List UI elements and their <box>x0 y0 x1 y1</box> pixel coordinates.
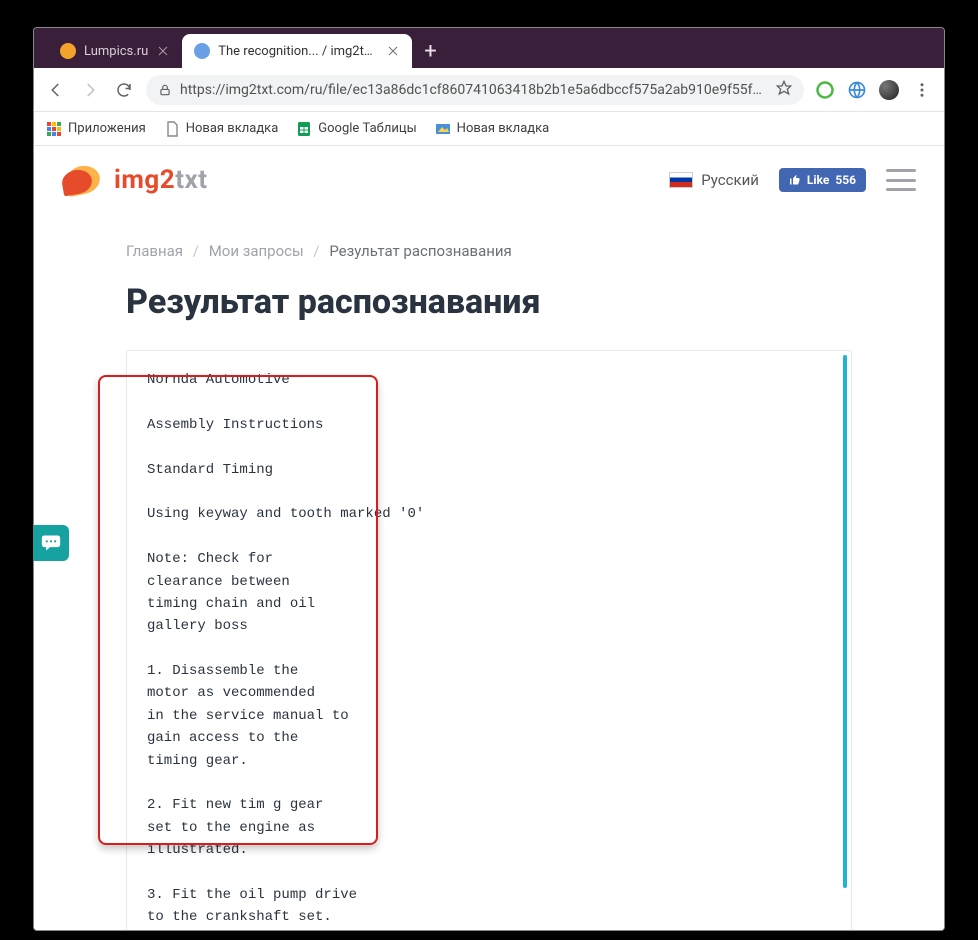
browser-window: Lumpics.ru The recognition... / img2txt.… <box>33 27 945 931</box>
chat-widget-button[interactable] <box>33 525 69 561</box>
page-body: Главная / Мои запросы / Результат распоз… <box>34 242 944 930</box>
result-container: Nornda Automotive Assembly Instructions … <box>126 350 852 930</box>
new-tab-button[interactable]: + <box>412 34 448 68</box>
logo-mark-icon <box>62 162 108 198</box>
image-icon <box>435 121 451 137</box>
like-count: 556 <box>835 173 856 187</box>
breadcrumb: Главная / Мои запросы / Результат распоз… <box>126 242 852 260</box>
like-label: Like <box>807 173 829 187</box>
breadcrumb-current: Результат распознавания <box>329 242 511 260</box>
page-title: Результат распознавания <box>126 282 852 322</box>
breadcrumb-home[interactable]: Главная <box>126 242 183 260</box>
bookmarks-bar: Приложения Новая вкладка Google Таблицы … <box>34 112 944 146</box>
tab-lumpics[interactable]: Lumpics.ru <box>48 34 182 68</box>
close-tab-icon[interactable] <box>386 44 400 58</box>
bookmark-label: Новая вкладка <box>186 121 279 136</box>
chat-icon <box>41 534 61 552</box>
address-bar[interactable]: https://img2txt.com/ru/file/ec13a86dc1cf… <box>146 75 804 105</box>
recognized-text[interactable]: Nornda Automotive Assembly Instructions … <box>127 351 851 930</box>
sheets-icon <box>296 121 312 137</box>
avatar-icon[interactable] <box>878 79 900 101</box>
breadcrumb-requests[interactable]: Мои запросы <box>209 242 304 260</box>
reload-button[interactable] <box>112 78 136 102</box>
favicon-icon <box>60 43 76 59</box>
page-content: img2txt Русский Like 556 Главная / Мои з <box>34 146 944 930</box>
forward-button[interactable] <box>78 78 102 102</box>
extension-globe-icon[interactable] <box>846 79 868 101</box>
scrollbar-thumb[interactable] <box>843 355 847 888</box>
flag-ru-icon <box>669 172 693 188</box>
facebook-like-button[interactable]: Like 556 <box>779 168 866 192</box>
bookmark-label: Новая вкладка <box>457 121 550 136</box>
lock-icon <box>158 83 172 97</box>
apps-label: Приложения <box>68 121 146 136</box>
site-header: img2txt Русский Like 556 <box>34 146 944 212</box>
site-logo[interactable]: img2txt <box>62 162 208 198</box>
tab-strip: Lumpics.ru The recognition... / img2txt.… <box>34 28 944 68</box>
tab-img2txt[interactable]: The recognition... / img2txt.com <box>182 34 412 68</box>
tab-title: The recognition... / img2txt.com <box>218 44 378 59</box>
apps-shortcut[interactable]: Приложения <box>46 121 146 137</box>
header-right: Русский Like 556 <box>669 168 916 192</box>
browser-menu-button[interactable] <box>910 78 934 102</box>
close-tab-icon[interactable] <box>156 44 170 58</box>
language-label: Русский <box>701 171 759 189</box>
browser-toolbar: https://img2txt.com/ru/file/ec13a86dc1cf… <box>34 68 944 112</box>
favicon-icon <box>194 43 210 59</box>
apps-icon <box>46 121 62 137</box>
back-button[interactable] <box>44 78 68 102</box>
tab-title: Lumpics.ru <box>84 44 148 59</box>
language-selector[interactable]: Русский <box>669 171 759 189</box>
bookmark-label: Google Таблицы <box>318 121 416 136</box>
url-text: https://img2txt.com/ru/file/ec13a86dc1cf… <box>180 82 768 98</box>
extension-origin-icon[interactable] <box>814 79 836 101</box>
bookmark-item[interactable]: Новая вкладка <box>435 121 550 137</box>
thumbs-up-icon <box>789 174 801 186</box>
bookmark-item[interactable]: Google Таблицы <box>296 121 416 137</box>
page-icon <box>164 121 180 137</box>
bookmark-item[interactable]: Новая вкладка <box>164 121 279 137</box>
breadcrumb-sep: / <box>313 242 319 260</box>
star-icon[interactable] <box>776 80 792 100</box>
menu-button[interactable] <box>886 169 916 191</box>
breadcrumb-sep: / <box>193 242 199 260</box>
logo-text: img2txt <box>114 165 208 195</box>
